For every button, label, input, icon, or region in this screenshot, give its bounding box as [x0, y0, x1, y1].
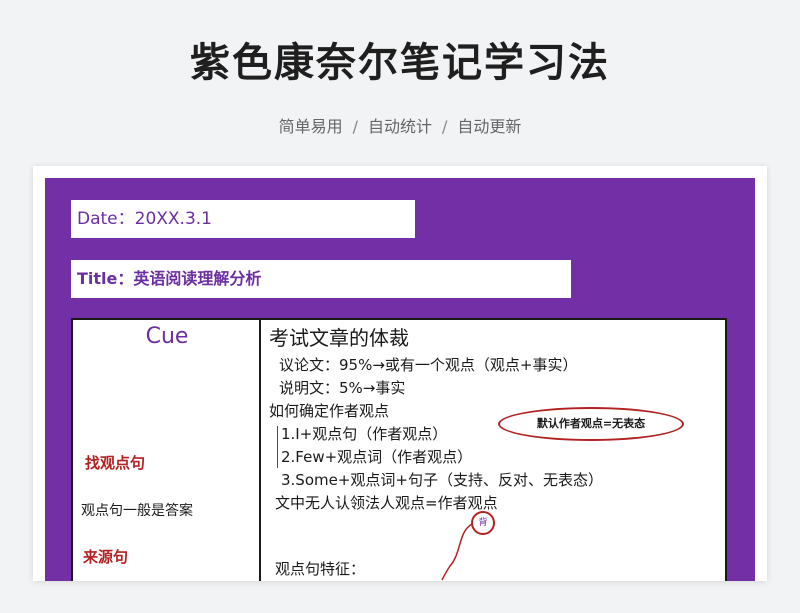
- cue-column: Cue 找观点句 观点句一般是答案 来源句: [73, 320, 261, 581]
- separator: /: [442, 117, 448, 136]
- notes-line: 文中无人认领法人观点=作者观点: [275, 494, 498, 512]
- feature-easy: 简单易用: [278, 117, 343, 136]
- template-preview-card: Date：20XX.3.1 Title：英语阅读理解分析 Cue 找观点句 观点…: [33, 166, 767, 581]
- date-field[interactable]: Date：20XX.3.1: [71, 200, 415, 238]
- cue-item-source-sentence: 来源句: [83, 548, 129, 566]
- notes-column: 考试文章的体裁 议论文：95%→或有一个观点（观点+事实） 说明文：5%→事实 …: [269, 320, 725, 581]
- note-area: Cue 找观点句 观点句一般是答案 来源句 考试文章的体裁 议论文：95%→或有…: [71, 318, 727, 581]
- separator: /: [352, 117, 358, 136]
- feature-auto-stats: 自动统计: [367, 117, 432, 136]
- cue-heading: Cue: [145, 324, 189, 349]
- notes-line: 1.I+观点句（作者观点）: [281, 425, 448, 443]
- notes-line: 如何确定作者观点: [269, 402, 390, 420]
- notes-line: 说明文：5%→事实: [279, 379, 406, 397]
- cue-item-viewpoint-answer: 观点句一般是答案: [81, 503, 193, 519]
- cue-item-find-viewpoint: 找观点句: [85, 454, 146, 472]
- cornell-note-sheet: Date：20XX.3.1 Title：英语阅读理解分析 Cue 找观点句 观点…: [45, 178, 755, 581]
- annotation-oval: 默认作者观点=无表态: [498, 407, 684, 441]
- feature-auto-update: 自动更新: [457, 117, 522, 136]
- notes-line: 观点句特征：: [275, 560, 366, 578]
- annotation-circle: 背: [471, 511, 495, 535]
- page-title: 紫色康奈尔笔记学习法: [190, 40, 610, 86]
- notes-heading: 考试文章的体裁: [269, 326, 409, 350]
- notes-line: 2.Few+观点词（作者观点）: [281, 448, 473, 466]
- notes-line: 议论文：95%→或有一个观点（观点+事实）: [279, 356, 578, 374]
- title-field[interactable]: Title：英语阅读理解分析: [71, 260, 571, 298]
- notes-line: 3.Some+观点词+句子（支持、反对、无表态）: [281, 471, 603, 489]
- feature-tagline: 简单易用 / 自动统计 / 自动更新: [0, 113, 800, 137]
